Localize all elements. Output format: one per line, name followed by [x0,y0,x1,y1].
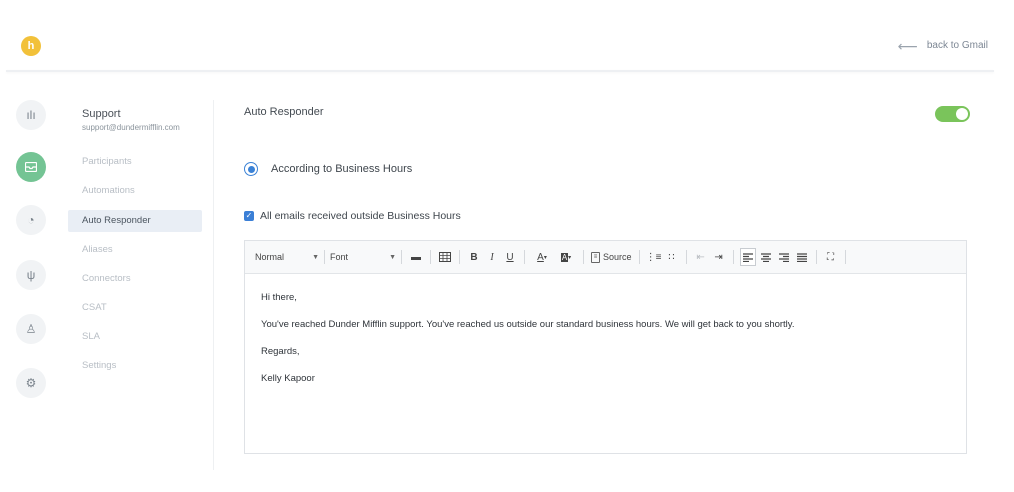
maximize-icon[interactable]: ⛶ [823,248,839,266]
subnav-item-automations[interactable]: Automations [68,180,202,202]
subnav-item-csat[interactable]: CSAT [68,297,202,319]
underline-button[interactable]: U [502,248,518,266]
plug-icon[interactable]: ψ [16,260,46,290]
toolbar-separator [732,250,734,264]
inbox-icon[interactable] [16,152,46,182]
bulleted-list-icon[interactable]: ∷ [664,248,680,266]
format-select-value: Normal [255,252,285,262]
editor-toolbar: Normal ▼ Font ▼ ▬ B I U A ▾ A ▾ ≡ Source… [245,241,966,274]
editor-line: Regards, [261,346,300,357]
user-icon[interactable]: ♙ [16,314,46,344]
settings-subnav: Support support@dundermifflin.com Partic… [68,100,214,470]
horizontal-rule-icon[interactable]: ▬ [408,248,424,266]
back-to-gmail-link[interactable]: ⟵ back to Gmail [897,37,988,54]
subnav-item-settings[interactable]: Settings [68,355,202,377]
auto-responder-toggle[interactable] [935,106,970,122]
radio-selected-dot [247,165,255,173]
subnav-item-connectors[interactable]: Connectors [68,268,202,290]
toolbar-separator [430,250,431,264]
caret-down-icon: ▼ [312,253,319,261]
toolbar-separator [401,250,402,264]
text-color-icon[interactable]: A ▾ [531,248,553,266]
align-center-icon[interactable] [758,248,774,266]
increase-indent-icon[interactable]: ⇥ [711,248,727,266]
logo-letter: h [27,39,35,52]
italic-button[interactable]: I [484,248,500,266]
align-justify-icon[interactable] [794,248,810,266]
business-hours-radio-label[interactable]: According to Business Hours [271,163,412,175]
back-label: back to Gmail [926,40,988,51]
pie-chart-icon[interactable]: ◔ [16,205,46,235]
auto-responder-panel: Auto Responder According to Business Hou… [244,100,974,470]
page-title: Auto Responder [244,106,324,118]
arrow-left-icon: ⟵ [897,37,918,54]
decrease-indent-icon[interactable]: ⇤ [693,248,709,266]
toggle-knob [956,108,968,120]
toolbar-separator [638,250,640,264]
toolbar-separator [685,250,687,264]
business-hours-radio-row: According to Business Hours [244,162,412,176]
subnav-item-aliases[interactable]: Aliases [68,239,202,261]
bar-chart-icon[interactable]: ılı [16,100,46,130]
caret-down-icon: ▼ [389,253,396,261]
toolbar-separator [324,250,325,264]
header-divider [6,70,994,72]
editor-line: You've reached Dunder Mifflin support. Y… [261,319,795,330]
outside-hours-checkbox[interactable]: ✓ [244,211,254,221]
toolbar-separator [524,250,525,264]
format-select[interactable]: Normal ▼ [255,248,319,266]
editor-line: Hi there, [261,292,297,303]
outside-hours-checkbox-row: ✓ All emails received outside Business H… [244,210,461,222]
source-icon: ≡ [591,251,600,263]
bold-button[interactable]: B [466,248,482,266]
source-button[interactable]: ≡ Source [589,251,634,263]
subnav-item-auto-responder[interactable]: Auto Responder [68,210,202,232]
account-email: support@dundermifflin.com [82,123,180,132]
font-select[interactable]: Font ▼ [330,248,396,266]
toolbar-separator [459,250,460,264]
align-right-icon[interactable] [776,248,792,266]
outside-hours-checkbox-label[interactable]: All emails received outside Business Hou… [260,210,461,222]
rich-text-editor: Normal ▼ Font ▼ ▬ B I U A ▾ A ▾ ≡ Source… [244,240,967,454]
app-logo[interactable]: h [21,36,41,56]
toolbar-separator [844,250,846,264]
toolbar-separator [583,250,584,264]
editor-content[interactable]: Hi there, You've reached Dunder Mifflin … [261,293,951,401]
settings-icon[interactable]: ⚙ [16,368,46,398]
table-icon[interactable] [437,248,453,266]
numbered-list-icon[interactable]: ⋮≡ [646,248,662,266]
top-bar: h ⟵ back to Gmail [0,0,1014,72]
font-select-value: Font [330,252,349,262]
subnav-item-sla[interactable]: SLA [68,326,202,348]
subnav-item-participants[interactable]: Participants [68,151,202,173]
account-name: Support [82,108,121,120]
background-color-icon[interactable]: A ▾ [555,248,577,266]
align-left-icon[interactable] [739,248,756,266]
business-hours-radio[interactable] [244,162,258,176]
source-label: Source [603,252,632,262]
editor-line: Kelly Kapoor [261,373,315,384]
toolbar-separator [815,250,817,264]
